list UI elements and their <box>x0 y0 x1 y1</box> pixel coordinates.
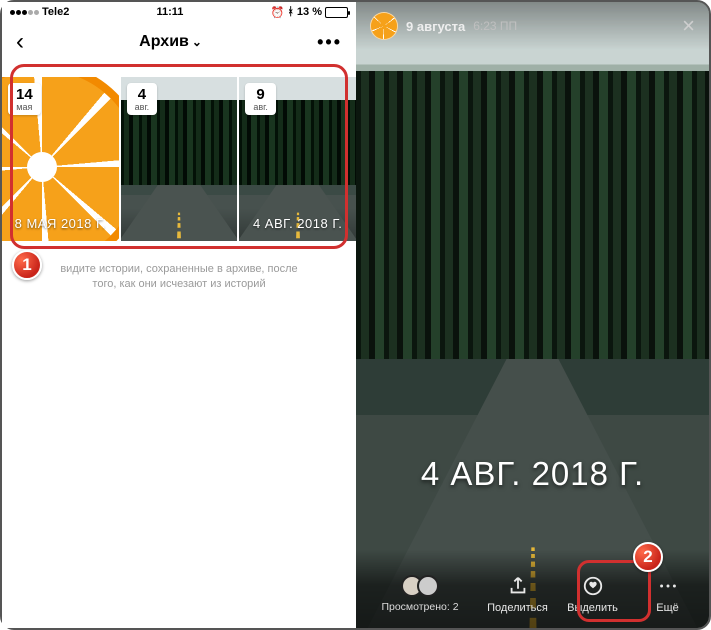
avatar[interactable] <box>370 12 398 40</box>
story-time: 6:23 ПП <box>473 19 517 33</box>
chevron-down-icon: ⌄ <box>192 35 202 49</box>
more-button[interactable]: ••• <box>317 32 342 53</box>
story-username[interactable]: 9 августа <box>406 19 465 34</box>
viewers-button[interactable]: Просмотрено: 2 <box>360 575 480 613</box>
story-date-overlay: 4 АВГ. 2018 Г. <box>356 455 709 493</box>
close-button[interactable]: × <box>682 13 695 39</box>
archive-thumb[interactable]: 9 авг. 4 АВГ. 2018 Г. <box>239 77 356 241</box>
status-time: 11:11 <box>69 6 270 18</box>
viewer-avatars-icon <box>401 575 439 597</box>
signal-icon <box>10 10 39 15</box>
bluetooth-icon: ᚼ <box>287 6 294 18</box>
status-bar: Tele2 11:11 ⏰ ᚼ 13 % <box>2 2 356 22</box>
story-image[interactable] <box>356 2 709 628</box>
share-icon <box>506 574 530 598</box>
date-chip: 14 мая <box>8 83 41 115</box>
carrier-label: Tele2 <box>42 6 69 18</box>
more-icon <box>656 574 680 598</box>
viewers-label: Просмотрено: 2 <box>381 601 458 613</box>
archive-thumb[interactable]: 14 мая 8 МАЯ 2018 Г. <box>2 77 119 241</box>
share-button[interactable]: Поделиться <box>480 574 555 614</box>
archive-title-dropdown[interactable]: Архив ⌄ <box>139 33 202 51</box>
battery-icon <box>325 7 348 18</box>
thumb-date-overlay: 4 АВГ. 2018 Г. <box>239 216 356 231</box>
more-button[interactable]: Ещё <box>630 574 705 614</box>
archive-hint-text: видите истории, сохраненные в архиве, по… <box>2 262 356 292</box>
thumb-date-overlay: 8 МАЯ 2018 Г. <box>2 216 119 231</box>
archive-screen: Tele2 11:11 ⏰ ᚼ 13 % ‹ Архив ⌄ ••• <box>2 2 356 628</box>
back-button[interactable]: ‹ <box>16 30 24 54</box>
story-header: 9 августа 6:23 ПП × <box>356 2 709 50</box>
alarm-icon: ⏰ <box>271 6 285 19</box>
story-viewer-screen: 9 августа 6:23 ПП × 4 АВГ. 2018 Г. Просм… <box>356 2 709 628</box>
nav-bar: ‹ Архив ⌄ ••• <box>2 22 356 62</box>
highlight-button[interactable]: Выделить <box>555 574 630 614</box>
date-chip: 9 авг. <box>245 83 275 115</box>
archive-thumbnails: 14 мая 8 МАЯ 2018 Г. 4 авг. 9 авг. 4 АВГ… <box>2 77 356 241</box>
annotation-badge-2: 2 <box>633 542 663 572</box>
date-chip: 4 авг. <box>127 83 157 115</box>
battery-percent: 13 % <box>297 6 322 18</box>
annotation-badge-1: 1 <box>12 250 42 280</box>
archive-thumb[interactable]: 4 авг. <box>121 77 238 241</box>
highlight-icon <box>581 574 605 598</box>
